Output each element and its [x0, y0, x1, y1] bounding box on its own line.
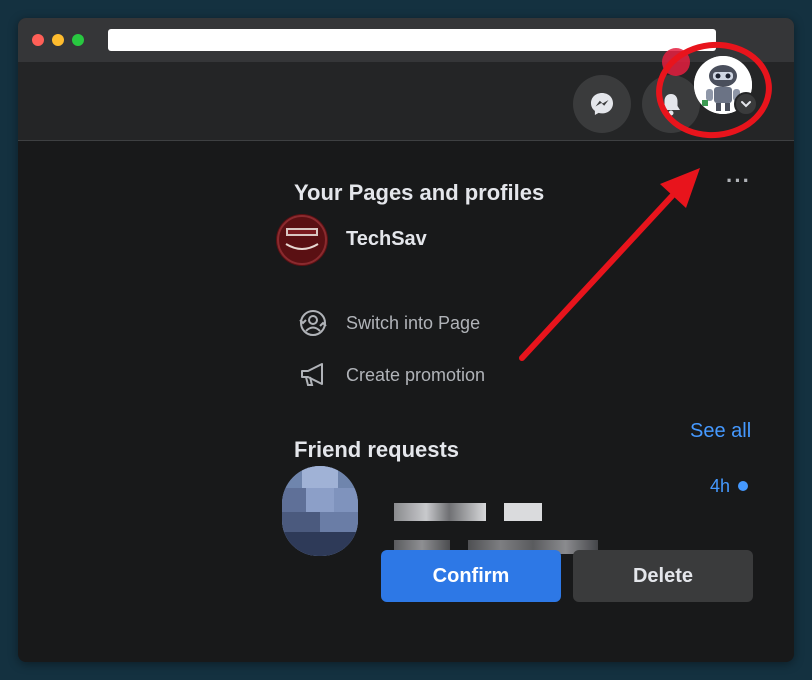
- page-avatar[interactable]: [276, 214, 328, 266]
- requester-name-redacted: [394, 503, 486, 521]
- unread-dot: [738, 481, 748, 491]
- requester-name-redacted-2: [504, 503, 542, 521]
- pixelated-profile-photo-icon: [282, 466, 358, 556]
- request-time: 4h: [710, 476, 731, 496]
- more-options-button[interactable]: ···: [726, 168, 751, 194]
- megaphone-icon: [301, 363, 323, 386]
- pages-section-title: Your Pages and profiles: [294, 180, 545, 205]
- see-all-link[interactable]: See all: [690, 420, 751, 443]
- page-name[interactable]: TechSav: [346, 228, 427, 251]
- switch-into-page-label: Switch into Page: [346, 313, 481, 333]
- techsav-logo-icon: [276, 214, 328, 266]
- friend-requests-title: Friend requests: [294, 437, 460, 462]
- switch-profile-icon: [299, 310, 327, 336]
- delete-button[interactable]: Delete: [573, 550, 753, 602]
- create-promotion-label: Create promotion: [346, 365, 486, 385]
- confirm-button[interactable]: Confirm: [381, 550, 561, 602]
- friend-request-avatar[interactable]: [282, 466, 358, 556]
